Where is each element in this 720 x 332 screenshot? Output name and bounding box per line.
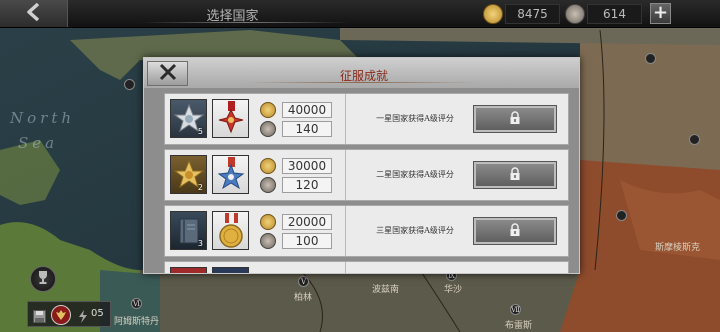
map-marker[interactable]: Ⅵ <box>131 298 142 309</box>
requirement-text: 二星国家获得A级评分 <box>376 170 454 179</box>
medal-icon <box>212 267 249 273</box>
gold-star-medal-icon: 2 <box>170 155 207 194</box>
row-divider <box>345 150 346 200</box>
silver-star-medal-icon: 5 <box>170 99 207 138</box>
silver-medal-icon <box>260 233 276 249</box>
map-marker[interactable] <box>645 53 656 64</box>
gold-cost: 20000 <box>282 214 332 230</box>
medal-icon <box>170 267 207 273</box>
row-divider <box>345 94 346 144</box>
city-smolensk[interactable]: 斯摩棱斯克 <box>655 240 700 253</box>
speed-value: 05 <box>91 308 104 319</box>
medal-amount: 614 <box>587 4 642 24</box>
requirement-text: 三星国家获得A级评分 <box>376 226 454 235</box>
sea-label-north: North <box>10 109 76 127</box>
city-berlin[interactable]: 柏林 <box>294 290 312 303</box>
silver-medal-icon <box>260 177 276 193</box>
back-button[interactable] <box>0 0 68 27</box>
padlock-icon <box>508 166 522 185</box>
gold-coin-icon <box>260 158 276 174</box>
eagle-flag-icon <box>51 305 71 325</box>
map-marker[interactable] <box>124 79 135 90</box>
country-info-widget[interactable]: 05 <box>27 301 111 327</box>
map-marker[interactable]: V <box>298 276 309 287</box>
gold-coin-icon <box>260 214 276 230</box>
row-divider <box>345 206 346 256</box>
chevron-left-icon <box>23 1 45 27</box>
silver-medal-icon <box>260 121 276 137</box>
achievement-list[interactable]: 5 40000 140 一星国家获得A级评分 2 30000 120 二星国家获… <box>164 93 569 273</box>
top-bar: 选择国家 8475 614 + <box>0 0 720 28</box>
save-icon <box>33 308 46 327</box>
trophy-icon <box>35 269 51 289</box>
map-marker[interactable] <box>689 134 700 145</box>
medal-count: 3 <box>197 239 203 248</box>
close-button[interactable] <box>147 61 188 86</box>
trophy-button[interactable] <box>30 266 56 292</box>
dialog-header: 征服成就 <box>144 58 579 88</box>
map-marker[interactable]: Ⅶ <box>510 304 521 315</box>
blue-star-medal-icon <box>212 155 249 194</box>
gold-coin-icon <box>260 102 276 118</box>
achievement-row: 5 40000 140 一星国家获得A级评分 <box>164 93 569 145</box>
medal-cost: 140 <box>282 121 332 137</box>
row-divider <box>345 262 346 273</box>
add-resources-button[interactable]: + <box>650 3 671 24</box>
conquest-achievements-dialog: 征服成就 5 40000 140 一星国家获得A级评分 2 30000 120 … <box>143 57 580 274</box>
locked-claim-button[interactable] <box>473 105 557 133</box>
medal-count: 5 <box>197 127 203 136</box>
silver-medal-icon <box>565 4 585 24</box>
padlock-icon <box>508 110 522 129</box>
locked-claim-button[interactable] <box>473 161 557 189</box>
achievement-row: 2 30000 120 二星国家获得A级评分 <box>164 149 569 201</box>
red-cross-medal-icon <box>212 99 249 138</box>
gold-coin-medal-icon <box>212 211 249 250</box>
map-marker[interactable] <box>616 210 627 221</box>
medal-cost: 100 <box>282 233 332 249</box>
city-amsterdam[interactable]: 阿姆斯特丹 <box>114 314 159 327</box>
city-poznan[interactable]: 波兹南 <box>372 282 399 295</box>
requirement-text: 一星国家获得A级评分 <box>376 114 454 123</box>
gold-cost: 40000 <box>282 102 332 118</box>
gold-cost: 30000 <box>282 158 332 174</box>
city-breslau[interactable]: 布雷斯 <box>505 318 532 331</box>
book-medal-icon: 3 <box>170 211 207 250</box>
sea-label-sea: Sea <box>18 134 59 152</box>
lightning-icon <box>77 308 89 327</box>
locked-claim-button[interactable] <box>473 217 557 245</box>
close-x-icon <box>157 63 179 85</box>
achievement-row: 3 20000 100 三星国家获得A级评分 <box>164 205 569 257</box>
padlock-icon <box>508 222 522 241</box>
medal-count: 2 <box>197 183 203 192</box>
medal-cost: 120 <box>282 177 332 193</box>
gold-amount: 8475 <box>505 4 560 24</box>
city-warsaw[interactable]: 华沙 <box>444 282 462 295</box>
gold-coin-icon <box>483 4 503 24</box>
title-divider <box>244 82 479 83</box>
title-underline <box>140 22 350 23</box>
achievement-row-partial <box>164 261 569 273</box>
